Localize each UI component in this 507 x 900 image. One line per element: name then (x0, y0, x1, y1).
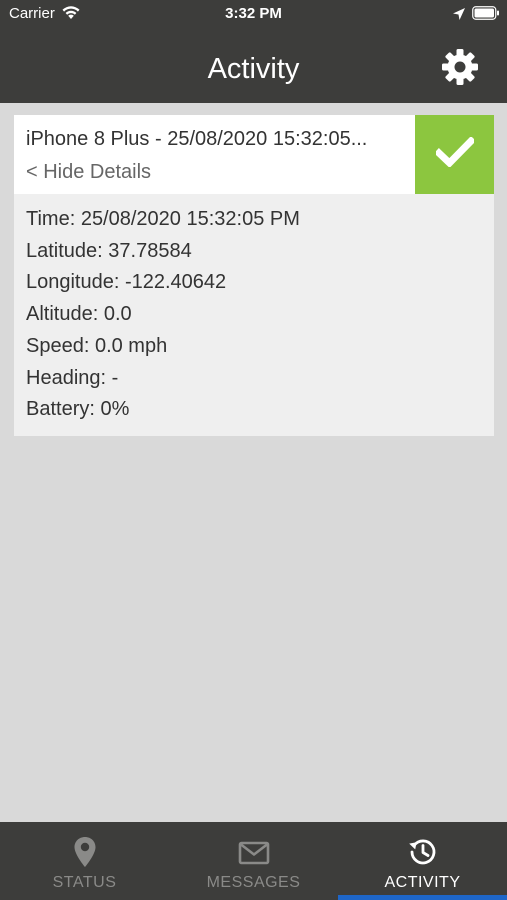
checkmark-icon (433, 136, 476, 172)
tab-bar: STATUS MESSAGES ACTIVITY (0, 822, 507, 900)
activity-card: iPhone 8 Plus - 25/08/2020 15:32:05... <… (14, 115, 494, 436)
tab-status-label: STATUS (52, 874, 117, 891)
envelope-icon (169, 836, 338, 868)
history-icon (338, 836, 507, 868)
tab-activity[interactable]: ACTIVITY (338, 822, 507, 900)
detail-longitude: Longitude: -122.40642 (26, 271, 227, 294)
activity-card-header[interactable]: iPhone 8 Plus - 25/08/2020 15:32:05... <… (14, 115, 415, 194)
status-bar: Carrier 3:32 PM (0, 0, 507, 28)
map-pin-icon (0, 836, 169, 868)
top-bar: Carrier 3:32 PM Activity (0, 0, 507, 103)
page-title: Activity (207, 53, 300, 85)
detail-latitude: Latitude: 37.78584 (26, 239, 192, 262)
detail-battery: Battery: 0% (26, 398, 130, 421)
status-check-badge (415, 115, 494, 194)
hide-details-link[interactable]: < Hide Details (26, 159, 151, 185)
active-tab-indicator (338, 895, 507, 900)
gear-icon (441, 48, 479, 91)
tab-messages[interactable]: MESSAGES (169, 822, 338, 900)
settings-button[interactable] (437, 46, 483, 92)
detail-time: Time: 25/08/2020 15:32:05 PM (26, 208, 300, 230)
location-arrow-icon (452, 7, 466, 21)
detail-altitude: Altitude: 0.0 (26, 303, 132, 326)
tab-status[interactable]: STATUS (0, 822, 169, 900)
activity-details: Time: 25/08/2020 15:32:05 PM Latitude: 3… (26, 204, 486, 426)
detail-heading: Heading: - (26, 366, 119, 389)
tab-messages-label: MESSAGES (206, 874, 301, 891)
detail-speed: Speed: 0.0 mph (26, 334, 168, 357)
tab-activity-label: ACTIVITY (384, 874, 461, 891)
battery-icon (472, 6, 500, 20)
status-time: 3:32 PM (225, 5, 282, 22)
activity-title: iPhone 8 Plus - 25/08/2020 15:32:05... (26, 128, 368, 150)
